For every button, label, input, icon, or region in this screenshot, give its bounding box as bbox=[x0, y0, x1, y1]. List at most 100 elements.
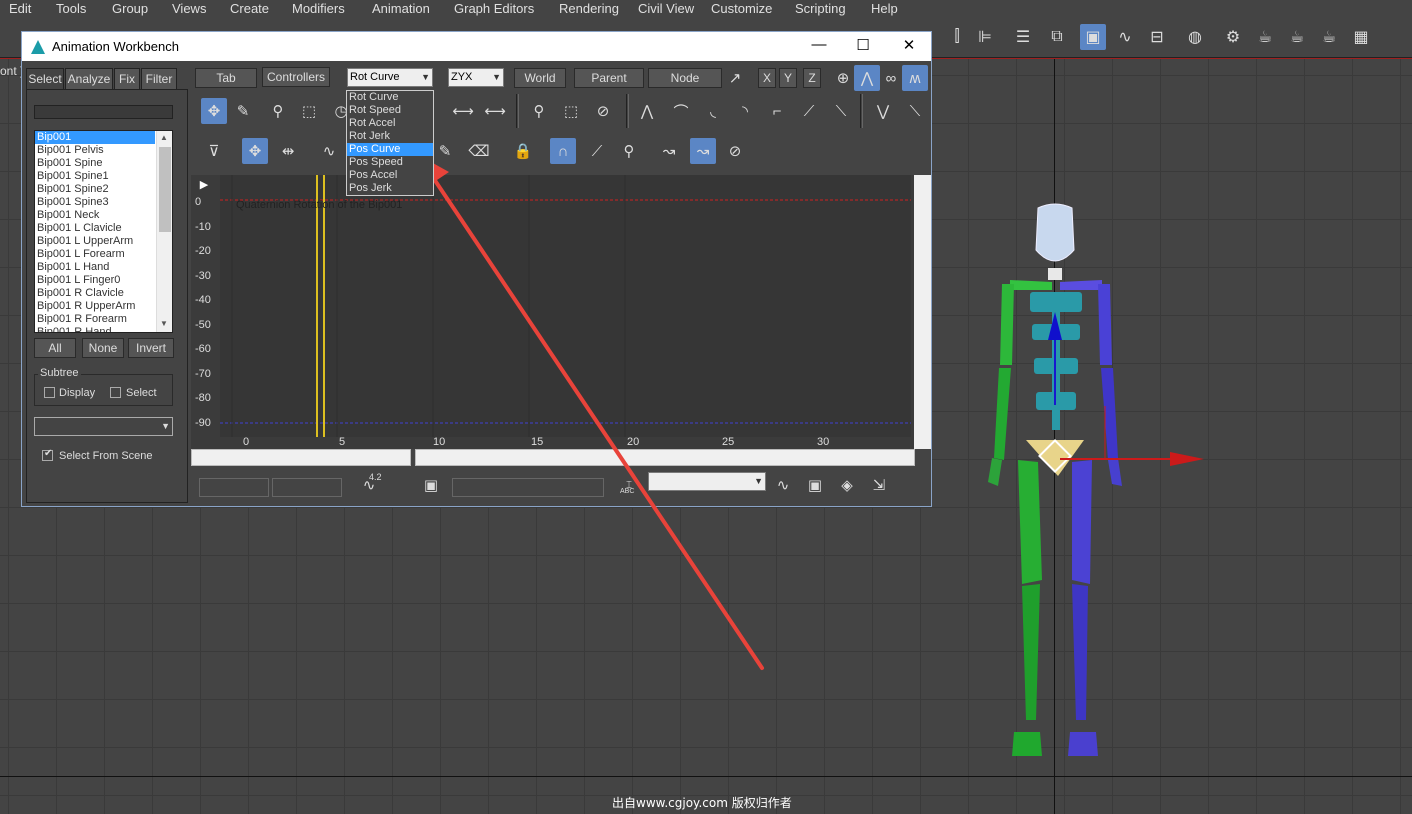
parent-button[interactable]: Parent bbox=[574, 68, 644, 88]
pulse-icon[interactable]: ʍ bbox=[902, 65, 928, 91]
tangent-fast-icon[interactable]: ◟ bbox=[700, 98, 726, 124]
render-setup-icon[interactable]: ⚙ bbox=[1220, 24, 1246, 50]
scale-vertical-icon[interactable]: ⟷ bbox=[482, 98, 508, 124]
maximize-button[interactable]: ☐ bbox=[848, 36, 878, 56]
material-editor-icon[interactable]: ◍ bbox=[1182, 24, 1208, 50]
world-button[interactable]: World bbox=[514, 68, 566, 88]
list-item[interactable]: Bip001 Spine1 bbox=[35, 170, 155, 183]
wave-icon[interactable]: ∞ bbox=[878, 65, 904, 91]
menu-civil-view[interactable]: Civil View bbox=[638, 1, 694, 16]
key-tool-icon[interactable]: ⚲ bbox=[265, 98, 291, 124]
list-item[interactable]: Bip001 Neck bbox=[35, 209, 155, 222]
rotation-order-dropdown[interactable]: ZYX ▼ bbox=[448, 68, 504, 87]
break-tangent-icon[interactable]: ⋁ bbox=[870, 98, 896, 124]
name-filter-field[interactable] bbox=[34, 105, 173, 119]
render-iterative-icon[interactable]: ☕ bbox=[1316, 24, 1342, 50]
disable-icon[interactable]: ⊘ bbox=[590, 98, 616, 124]
list-item[interactable]: Bip001 L UpperArm bbox=[35, 235, 155, 248]
curve-option[interactable]: Rot Curve bbox=[347, 91, 433, 104]
move-tool-icon[interactable]: ✥ bbox=[201, 98, 227, 124]
menu-rendering[interactable]: Rendering bbox=[559, 1, 619, 16]
window-titlebar[interactable]: Animation Workbench — ☐ ✕ bbox=[22, 32, 931, 61]
curve-editor-icon[interactable]: ∿ bbox=[1112, 24, 1138, 50]
lock-icon[interactable]: 🔒 bbox=[510, 138, 536, 164]
trajectory-icon[interactable]: ↝ bbox=[656, 138, 682, 164]
align-icon[interactable]: ⊫ bbox=[972, 24, 998, 50]
select-all-button[interactable]: All bbox=[34, 338, 76, 358]
menu-views[interactable]: Views bbox=[172, 1, 206, 16]
minimize-button[interactable]: — bbox=[804, 36, 834, 56]
schematic-view-icon[interactable]: ⊟ bbox=[1144, 24, 1170, 50]
curve-option[interactable]: Pos Accel bbox=[347, 169, 433, 182]
tab-button[interactable]: Tab bbox=[195, 68, 257, 88]
list-item-selected[interactable]: Bip001 bbox=[35, 131, 155, 144]
add-key-icon[interactable]: ▣ bbox=[802, 472, 828, 498]
graph-canvas[interactable]: Quaternion Rotation of the Bip001 bbox=[220, 175, 911, 437]
list-item[interactable]: Bip001 R UpperArm bbox=[35, 300, 155, 313]
tab-select[interactable]: Select bbox=[26, 68, 64, 90]
selection-set-dropdown[interactable]: ▼ bbox=[34, 417, 173, 436]
tab-filter[interactable]: Filter bbox=[141, 68, 177, 90]
x-axis-button[interactable]: X bbox=[758, 68, 776, 88]
tangent-smooth-icon[interactable]: ⟍ bbox=[828, 98, 854, 124]
curve-type-dropdown[interactable]: Rot Curve ▼ bbox=[347, 68, 433, 87]
scroll-up-icon[interactable]: ▲ bbox=[160, 133, 168, 142]
node-button[interactable]: Node bbox=[648, 68, 722, 88]
snap-icon[interactable]: ∩ bbox=[550, 138, 576, 164]
play-icon[interactable]: ▶ bbox=[191, 171, 217, 197]
y-axis-button[interactable]: Y bbox=[779, 68, 797, 88]
curve-option[interactable]: Pos Speed bbox=[347, 156, 433, 169]
list-item[interactable]: Bip001 Spine3 bbox=[35, 196, 155, 209]
list-item[interactable]: Bip001 R Clavicle bbox=[35, 287, 155, 300]
menu-modifiers[interactable]: Modifiers bbox=[292, 1, 345, 16]
menu-animation[interactable]: Animation bbox=[372, 1, 430, 16]
key-cube-icon[interactable]: ▣ bbox=[418, 472, 444, 498]
pencil-icon[interactable]: ✎ bbox=[432, 138, 458, 164]
region-select-icon[interactable]: ⬚ bbox=[296, 98, 322, 124]
tab-analyze[interactable]: Analyze bbox=[65, 68, 113, 90]
curve-option[interactable]: Pos Jerk bbox=[347, 182, 433, 195]
menu-scripting[interactable]: Scripting bbox=[795, 1, 846, 16]
clear-icon[interactable]: ⊘ bbox=[722, 138, 748, 164]
key-point-icon[interactable]: ⚲ bbox=[616, 138, 642, 164]
highlight-icon[interactable]: ↝ bbox=[690, 138, 716, 164]
render-icon[interactable]: ☕ bbox=[1284, 24, 1310, 50]
scroll-down-icon[interactable]: ▼ bbox=[160, 319, 168, 328]
list-item[interactable]: Bip001 Spine bbox=[35, 157, 155, 170]
list-item[interactable]: Bip001 Spine2 bbox=[35, 183, 155, 196]
bottom-field-1[interactable] bbox=[199, 478, 269, 497]
menu-create[interactable]: Create bbox=[230, 1, 269, 16]
pick-node-icon[interactable]: ↗ bbox=[722, 65, 748, 91]
list-item[interactable]: Bip001 L Clavicle bbox=[35, 222, 155, 235]
list-item[interactable]: Bip001 L Forearm bbox=[35, 248, 155, 261]
viewport-label[interactable]: ont ] bbox=[0, 64, 23, 78]
slide-keys-icon[interactable]: ⇹ bbox=[275, 138, 301, 164]
close-button[interactable]: ✕ bbox=[894, 36, 924, 56]
menu-help[interactable]: Help bbox=[871, 1, 898, 16]
move-keys-icon[interactable]: ✥ bbox=[242, 138, 268, 164]
tangent-custom-icon[interactable]: ⌒ bbox=[668, 98, 694, 124]
curve-tool-icon[interactable]: ∿ bbox=[316, 138, 342, 164]
curve-option-highlighted[interactable]: Pos Curve bbox=[347, 143, 433, 156]
menu-edit[interactable]: Edit bbox=[9, 1, 31, 16]
scene-explorer-icon[interactable]: ⧉ bbox=[1044, 24, 1070, 50]
tangent-slow-icon[interactable]: ◝ bbox=[732, 98, 758, 124]
menu-graph-editors[interactable]: Graph Editors bbox=[454, 1, 534, 16]
biped-character[interactable] bbox=[980, 200, 1230, 770]
tab-fix[interactable]: Fix bbox=[114, 68, 140, 90]
draw-curve-icon[interactable]: ✎ bbox=[230, 98, 256, 124]
paste-keys-icon[interactable]: ◈ bbox=[834, 472, 860, 498]
bottom-field-2[interactable] bbox=[272, 478, 342, 497]
controllers-button[interactable]: Controllers bbox=[262, 67, 330, 87]
filter-icon[interactable]: ⊽ bbox=[201, 138, 227, 164]
mirror-icon[interactable]: ⫿ bbox=[944, 24, 970, 50]
object-list[interactable]: Bip001 Bip001 Pelvis Bip001 Spine Bip001 Sp… bbox=[34, 130, 173, 333]
delete-keys-icon[interactable]: ⌫ bbox=[466, 138, 492, 164]
left-horizontal-scrollbar[interactable] bbox=[191, 449, 411, 466]
curve-option[interactable]: Rot Accel bbox=[347, 117, 433, 130]
zoom-region-icon[interactable]: ⬚ bbox=[558, 98, 584, 124]
select-invert-button[interactable]: Invert bbox=[128, 338, 174, 358]
list-item[interactable]: Bip001 R Hand bbox=[35, 326, 155, 332]
graph-horizontal-scrollbar[interactable] bbox=[415, 449, 915, 466]
tangent-step-icon[interactable]: ⌐ bbox=[764, 98, 790, 124]
